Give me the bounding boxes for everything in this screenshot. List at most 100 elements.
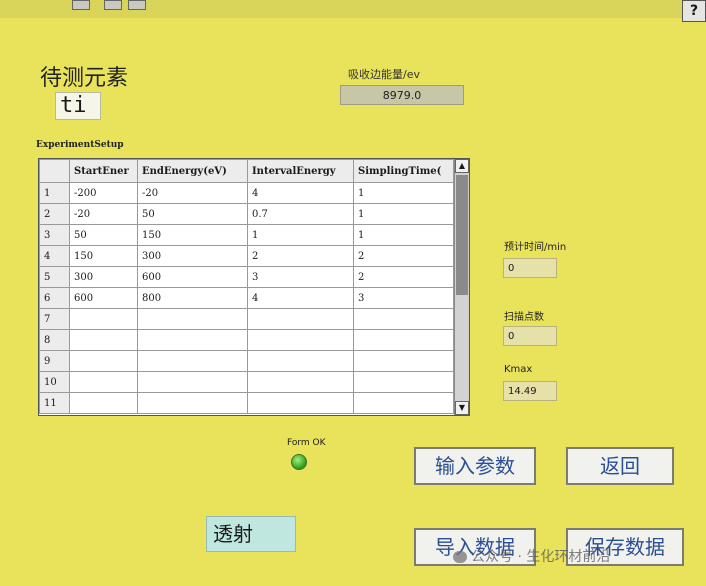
cell-end-energy[interactable]: -20 — [137, 182, 248, 204]
header-interval-energy: IntervalEnergy — [247, 159, 354, 183]
est-time-label: 预计时间/min — [504, 242, 567, 253]
toolbar-button-3[interactable] — [128, 0, 146, 10]
row-number: 11 — [39, 392, 70, 414]
cell-interval-energy[interactable]: 4 — [247, 182, 354, 204]
cell-end-energy[interactable] — [137, 350, 248, 372]
cell-sampling-time[interactable]: 2 — [353, 266, 454, 288]
experiment-setup-label: ExperimentSetup — [36, 140, 124, 150]
input-params-button[interactable]: 输入参数 — [414, 447, 536, 485]
cell-start-energy[interactable]: 300 — [69, 266, 138, 288]
cell-sampling-time[interactable] — [353, 308, 454, 330]
cell-interval-energy[interactable]: 4 — [247, 287, 354, 309]
toolbar-button-2[interactable] — [104, 0, 122, 10]
cell-end-energy[interactable]: 150 — [137, 224, 248, 246]
cell-end-energy[interactable] — [137, 308, 248, 330]
scroll-thumb[interactable] — [456, 175, 468, 295]
watermark: 公众号 · 生化环材前沿 — [453, 546, 610, 566]
cell-start-energy[interactable] — [69, 350, 138, 372]
cell-end-energy[interactable]: 50 — [137, 203, 248, 225]
cell-sampling-time[interactable]: 2 — [353, 245, 454, 267]
kmax-label: Kmax — [504, 364, 533, 375]
row-number: 1 — [39, 182, 70, 204]
scroll-up-icon[interactable]: ▲ — [455, 159, 469, 173]
help-button[interactable]: ? — [682, 0, 706, 22]
row-number: 6 — [39, 287, 70, 309]
measurement-mode-display[interactable]: 透射 — [206, 516, 296, 552]
cell-end-energy[interactable]: 600 — [137, 266, 248, 288]
scan-points-label: 扫描点数 — [504, 312, 544, 323]
cell-sampling-time[interactable] — [353, 371, 454, 393]
cell-interval-energy[interactable] — [247, 392, 354, 414]
cell-interval-energy[interactable] — [247, 308, 354, 330]
scan-points-value: 0 — [503, 326, 557, 346]
cell-end-energy[interactable]: 300 — [137, 245, 248, 267]
row-number: 7 — [39, 308, 70, 330]
experiment-setup-table[interactable]: StartEner EndEnergy(eV) IntervalEnergy S… — [38, 158, 470, 416]
cell-sampling-time[interactable]: 3 — [353, 287, 454, 309]
cell-start-energy[interactable] — [69, 392, 138, 414]
cell-sampling-time[interactable] — [353, 392, 454, 414]
cell-end-energy[interactable] — [137, 392, 248, 414]
back-button[interactable]: 返回 — [566, 447, 674, 485]
table-row[interactable]: 9 — [39, 350, 454, 372]
table-row[interactable]: 8 — [39, 329, 454, 351]
row-number: 10 — [39, 371, 70, 393]
cell-interval-energy[interactable] — [247, 329, 354, 351]
kmax-value: 14.49 — [503, 381, 557, 401]
cell-start-energy[interactable]: 150 — [69, 245, 138, 267]
row-number: 4 — [39, 245, 70, 267]
cell-start-energy[interactable] — [69, 329, 138, 351]
table-row[interactable]: 4 150 300 2 2 — [39, 245, 454, 267]
table-row[interactable]: 6 600 800 4 3 — [39, 287, 454, 309]
form-ok-label: Form OK — [287, 438, 326, 448]
header-end-energy: EndEnergy(eV) — [137, 159, 248, 183]
title-bar — [0, 0, 706, 18]
row-number: 2 — [39, 203, 70, 225]
watermark-text: 公众号 · 生化环材前沿 — [471, 549, 611, 565]
table-row[interactable]: 10 — [39, 371, 454, 393]
cell-sampling-time[interactable]: 1 — [353, 182, 454, 204]
cell-end-energy[interactable]: 800 — [137, 287, 248, 309]
cell-sampling-time[interactable]: 1 — [353, 203, 454, 225]
cell-sampling-time[interactable]: 1 — [353, 224, 454, 246]
cell-interval-energy[interactable]: 1 — [247, 224, 354, 246]
cell-interval-energy[interactable]: 0.7 — [247, 203, 354, 225]
header-sampling-time: SimplingTime( — [353, 159, 454, 183]
cell-start-energy[interactable] — [69, 308, 138, 330]
cell-start-energy[interactable] — [69, 371, 138, 393]
absorption-edge-value: 8979.0 — [340, 85, 464, 105]
cell-interval-energy[interactable] — [247, 371, 354, 393]
cell-end-energy[interactable] — [137, 371, 248, 393]
table-row[interactable]: 2 -20 50 0.7 1 — [39, 203, 454, 225]
setup-table: StartEner EndEnergy(eV) IntervalEnergy S… — [39, 159, 454, 414]
cell-start-energy[interactable]: -200 — [69, 182, 138, 204]
cell-start-energy[interactable]: 50 — [69, 224, 138, 246]
cell-end-energy[interactable] — [137, 329, 248, 351]
cell-sampling-time[interactable] — [353, 350, 454, 372]
header-start-energy: StartEner — [69, 159, 138, 183]
table-row[interactable]: 3 50 150 1 1 — [39, 224, 454, 246]
table-row[interactable]: 5 300 600 3 2 — [39, 266, 454, 288]
cell-interval-energy[interactable]: 2 — [247, 245, 354, 267]
table-row[interactable]: 7 — [39, 308, 454, 330]
scroll-down-icon[interactable]: ▼ — [455, 401, 469, 415]
table-header-row: StartEner EndEnergy(eV) IntervalEnergy S… — [39, 159, 454, 183]
table-row[interactable]: 1 -200 -20 4 1 — [39, 182, 454, 204]
table-row[interactable]: 11 — [39, 392, 454, 414]
cell-start-energy[interactable]: 600 — [69, 287, 138, 309]
cell-sampling-time[interactable] — [353, 329, 454, 351]
row-number: 5 — [39, 266, 70, 288]
page-title: 待测元素 — [40, 66, 129, 91]
cell-interval-energy[interactable]: 3 — [247, 266, 354, 288]
absorption-edge-label: 吸收边能量/ev — [348, 68, 420, 81]
toolbar-button-1[interactable] — [72, 0, 90, 10]
cell-start-energy[interactable]: -20 — [69, 203, 138, 225]
row-number: 9 — [39, 350, 70, 372]
element-input[interactable]: ti — [55, 92, 101, 120]
cell-interval-energy[interactable] — [247, 350, 354, 372]
est-time-value: 0 — [503, 258, 557, 278]
wechat-icon — [453, 551, 467, 563]
row-number: 8 — [39, 329, 70, 351]
vertical-scrollbar[interactable]: ▲ ▼ — [454, 159, 469, 415]
row-number: 3 — [39, 224, 70, 246]
